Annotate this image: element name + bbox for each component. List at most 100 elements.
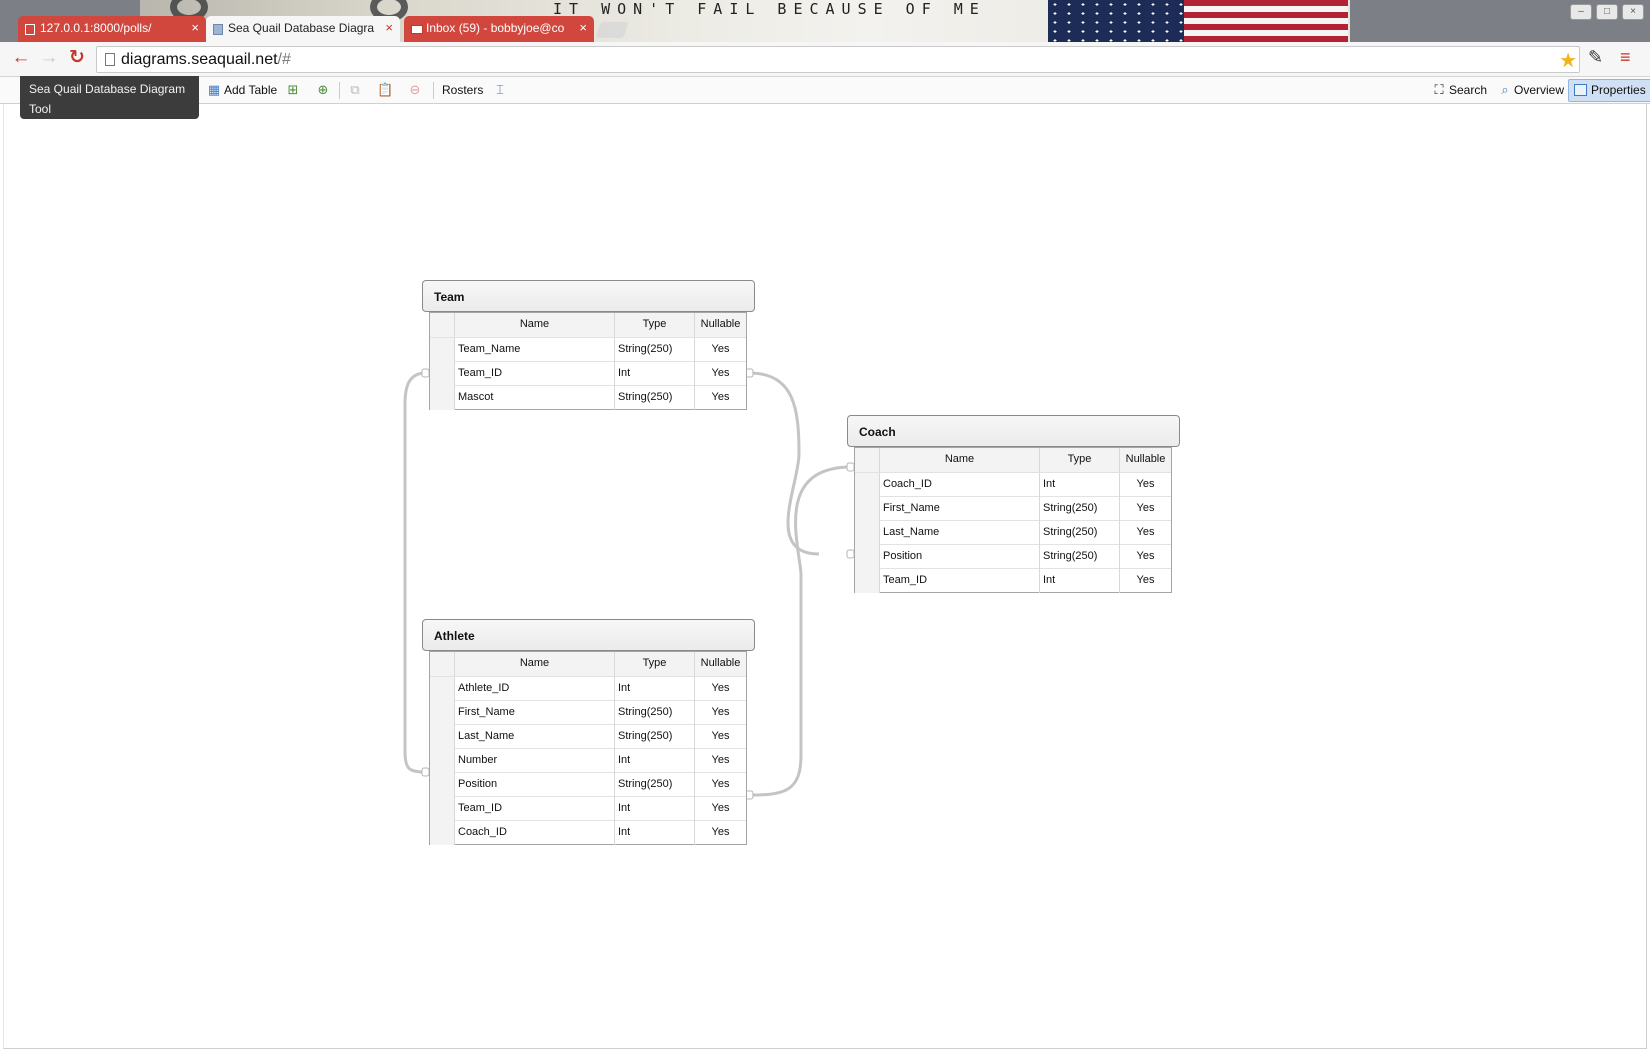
table-title-bar[interactable]: Coach bbox=[847, 415, 1180, 447]
column-type-cell[interactable]: String(250) bbox=[614, 338, 694, 362]
table-row[interactable]: First_Name String(250) Yes bbox=[430, 700, 746, 725]
nullable-column-header[interactable]: Nullable bbox=[694, 313, 746, 337]
column-type-cell[interactable]: String(250) bbox=[614, 725, 694, 749]
nullable-column-header[interactable]: Nullable bbox=[694, 652, 746, 676]
bookmark-star-icon[interactable]: ★ bbox=[1559, 48, 1577, 73]
minimize-window-button[interactable]: – bbox=[1570, 4, 1592, 20]
row-selector[interactable] bbox=[430, 386, 454, 410]
row-selector[interactable] bbox=[855, 545, 879, 569]
properties-button[interactable]: Properties bbox=[1568, 79, 1650, 102]
column-name-cell[interactable]: First_Name bbox=[879, 497, 1039, 521]
column-type-cell[interactable]: String(250) bbox=[614, 386, 694, 410]
close-tab-icon[interactable]: × bbox=[385, 21, 393, 35]
row-selector[interactable] bbox=[430, 749, 454, 773]
forward-button[interactable]: → bbox=[38, 47, 60, 69]
table-row[interactable]: Last_Name String(250) Yes bbox=[430, 724, 746, 749]
close-tab-icon[interactable]: × bbox=[579, 21, 587, 35]
column-nullable-cell[interactable]: Yes bbox=[694, 362, 746, 386]
browser-tab-polls[interactable]: 127.0.0.1:8000/polls/ × bbox=[18, 16, 206, 42]
column-nullable-cell[interactable]: Yes bbox=[1119, 545, 1171, 569]
row-selector[interactable] bbox=[430, 821, 454, 845]
column-type-cell[interactable]: String(250) bbox=[1039, 545, 1119, 569]
column-type-cell[interactable]: Int bbox=[614, 749, 694, 773]
row-selector[interactable] bbox=[430, 338, 454, 362]
table-row[interactable]: First_Name String(250) Yes bbox=[855, 496, 1171, 521]
table-row[interactable]: Last_Name String(250) Yes bbox=[855, 520, 1171, 545]
new-tab-button[interactable] bbox=[595, 22, 629, 38]
table-title-bar[interactable]: Team bbox=[422, 280, 755, 312]
reload-button[interactable]: ↻ bbox=[66, 47, 88, 69]
column-nullable-cell[interactable]: Yes bbox=[694, 773, 746, 797]
column-name-cell[interactable]: Team_Name bbox=[454, 338, 614, 362]
name-column-header[interactable]: Name bbox=[879, 448, 1039, 472]
row-selector[interactable] bbox=[430, 677, 454, 701]
column-name-cell[interactable]: Position bbox=[879, 545, 1039, 569]
row-selector[interactable] bbox=[430, 725, 454, 749]
address-bar[interactable]: diagrams.seaquail.net/# ★ bbox=[96, 46, 1580, 73]
column-type-cell[interactable]: Int bbox=[614, 677, 694, 701]
column-type-cell[interactable]: String(250) bbox=[1039, 497, 1119, 521]
rosters-diagram-label[interactable]: Rosters bbox=[442, 81, 483, 100]
row-selector[interactable] bbox=[855, 473, 879, 497]
column-type-cell[interactable]: Int bbox=[1039, 569, 1119, 593]
type-column-header[interactable]: Type bbox=[614, 652, 694, 676]
name-column-header[interactable]: Name bbox=[454, 313, 614, 337]
column-nullable-cell[interactable]: Yes bbox=[694, 749, 746, 773]
column-type-cell[interactable]: Int bbox=[614, 821, 694, 845]
table-row[interactable]: Team_ID Int Yes bbox=[430, 796, 746, 821]
browser-tab-seaquail[interactable]: Sea Quail Database Diagra × bbox=[206, 16, 400, 42]
column-type-cell[interactable]: Int bbox=[1039, 473, 1119, 497]
table-row[interactable]: Team_ID Int Yes bbox=[430, 361, 746, 386]
table-row[interactable]: Coach_ID Int Yes bbox=[430, 820, 746, 845]
table-row[interactable]: Number Int Yes bbox=[430, 748, 746, 773]
table-row[interactable]: Team_Name String(250) Yes bbox=[430, 337, 746, 362]
table-row[interactable]: Position String(250) Yes bbox=[430, 772, 746, 797]
delete-icon[interactable]: ⊖ bbox=[407, 82, 423, 98]
eyedropper-extension-icon[interactable]: ✎ bbox=[1588, 47, 1603, 68]
column-nullable-cell[interactable]: Yes bbox=[694, 386, 746, 410]
row-selector[interactable] bbox=[430, 701, 454, 725]
back-button[interactable]: ← bbox=[10, 47, 32, 69]
add-relation-icon[interactable]: ⊕ bbox=[315, 82, 331, 98]
row-selector[interactable] bbox=[430, 797, 454, 821]
column-nullable-cell[interactable]: Yes bbox=[1119, 497, 1171, 521]
column-nullable-cell[interactable]: Yes bbox=[694, 701, 746, 725]
column-nullable-cell[interactable]: Yes bbox=[1119, 521, 1171, 545]
table-title-bar[interactable]: Athlete bbox=[422, 619, 755, 651]
column-type-cell[interactable]: String(250) bbox=[614, 701, 694, 725]
column-nullable-cell[interactable]: Yes bbox=[694, 821, 746, 845]
close-window-button[interactable]: × bbox=[1622, 4, 1644, 20]
column-name-cell[interactable]: Coach_ID bbox=[454, 821, 614, 845]
column-nullable-cell[interactable]: Yes bbox=[694, 725, 746, 749]
row-selector[interactable] bbox=[855, 521, 879, 545]
column-name-cell[interactable]: Team_ID bbox=[454, 797, 614, 821]
table-row[interactable]: Position String(250) Yes bbox=[855, 544, 1171, 569]
column-name-cell[interactable]: Last_Name bbox=[879, 521, 1039, 545]
copy-icon[interactable]: ⧉ bbox=[347, 82, 363, 98]
name-column-header[interactable]: Name bbox=[454, 652, 614, 676]
column-name-cell[interactable]: Team_ID bbox=[454, 362, 614, 386]
row-selector[interactable] bbox=[430, 362, 454, 386]
column-nullable-cell[interactable]: Yes bbox=[694, 797, 746, 821]
close-tab-icon[interactable]: × bbox=[191, 21, 199, 35]
column-nullable-cell[interactable]: Yes bbox=[1119, 569, 1171, 593]
column-name-cell[interactable]: Number bbox=[454, 749, 614, 773]
overview-button[interactable]: Overview bbox=[1514, 81, 1564, 100]
column-type-cell[interactable]: Int bbox=[614, 797, 694, 821]
row-selector[interactable] bbox=[430, 773, 454, 797]
table-row[interactable]: Athlete_ID Int Yes bbox=[430, 676, 746, 701]
type-column-header[interactable]: Type bbox=[614, 313, 694, 337]
table-row[interactable]: Team_ID Int Yes bbox=[855, 568, 1171, 593]
column-nullable-cell[interactable]: Yes bbox=[1119, 473, 1171, 497]
add-column-icon[interactable]: ⊞ bbox=[285, 82, 301, 98]
column-nullable-cell[interactable]: Yes bbox=[694, 677, 746, 701]
search-button[interactable]: Search bbox=[1449, 81, 1487, 100]
column-name-cell[interactable]: Coach_ID bbox=[879, 473, 1039, 497]
maximize-window-button[interactable]: □ bbox=[1596, 4, 1618, 20]
table-row[interactable]: Coach_ID Int Yes bbox=[855, 472, 1171, 497]
nullable-column-header[interactable]: Nullable bbox=[1119, 448, 1171, 472]
add-table-button[interactable]: Add Table bbox=[224, 81, 277, 100]
table-row[interactable]: Mascot String(250) Yes bbox=[430, 385, 746, 410]
browser-menu-icon[interactable]: ≡ bbox=[1620, 47, 1631, 68]
column-name-cell[interactable]: Last_Name bbox=[454, 725, 614, 749]
